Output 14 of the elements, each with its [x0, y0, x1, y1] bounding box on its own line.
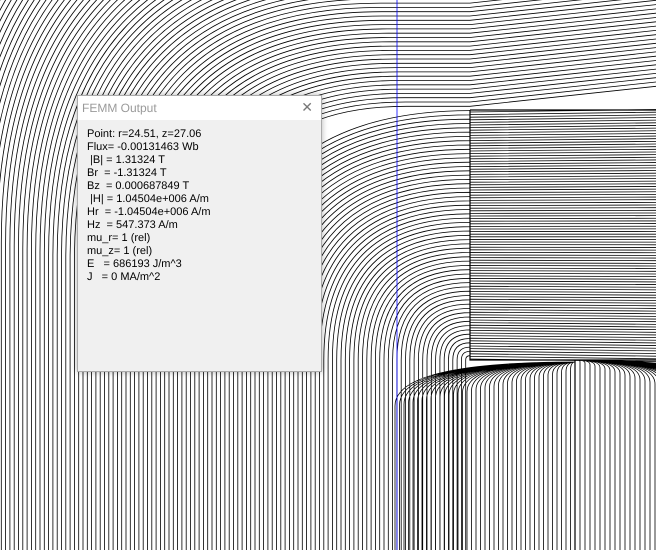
- output-line: mu_r= 1 (rel): [87, 232, 152, 245]
- output-line: Br = -1.31324 T: [87, 167, 168, 180]
- close-button[interactable]: ✕: [293, 96, 321, 120]
- output-line: J = 0 MA/m^2: [87, 271, 162, 284]
- output-line: Point: r=24.51, z=27.06: [87, 128, 202, 141]
- output-line: Hz = 547.373 A/m: [87, 219, 179, 232]
- output-line: |H| = 1.04504e+006 A/m: [89, 193, 210, 206]
- output-line: Flux= -0.00131463 Wb: [87, 141, 200, 154]
- output-line: |B| = 1.31324 T: [89, 154, 166, 167]
- output-line: Hr = -1.04504e+006 A/m: [87, 206, 212, 219]
- output-line: Bz = 0.000687849 T: [87, 180, 190, 193]
- window-title: FEMM Output: [82, 101, 157, 115]
- output-line: E = 686193 J/m^3: [87, 258, 183, 271]
- output-line: mu_z= 1 (rel): [87, 245, 154, 258]
